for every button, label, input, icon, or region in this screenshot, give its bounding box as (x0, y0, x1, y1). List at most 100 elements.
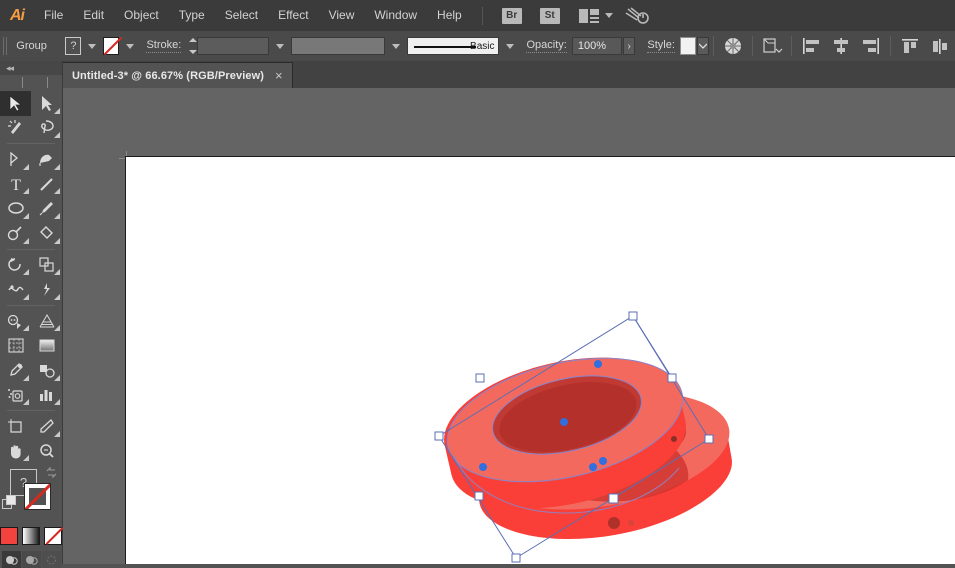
brush-definition-field[interactable]: Basic (406, 37, 500, 55)
menu-item-view[interactable]: View (319, 0, 365, 31)
dot-small (628, 520, 634, 526)
document-tab[interactable]: Untitled-3* @ 66.67% (RGB/Preview) × (62, 62, 293, 88)
eyedropper-tool[interactable] (0, 358, 31, 383)
arrange-documents-icon[interactable] (578, 8, 599, 23)
style-chevron-icon[interactable] (696, 37, 710, 55)
stroke-weight-chevron-icon[interactable] (276, 43, 284, 49)
align-left-icon[interactable] (800, 36, 822, 56)
tools-panel-grip[interactable] (0, 77, 62, 88)
shaper-tool[interactable] (0, 221, 31, 246)
stroke-color-indicator[interactable] (24, 483, 51, 511)
fill-dropdown-chevron-icon[interactable] (88, 43, 97, 49)
eraser-tool[interactable] (31, 221, 62, 246)
default-fill-stroke-icon[interactable] (2, 495, 16, 510)
tools-panel: ◂◂ T (0, 61, 63, 568)
artboard-tool[interactable] (0, 414, 31, 439)
style-swatch[interactable] (679, 37, 696, 55)
document-tab-title: Untitled-3* @ 66.67% (RGB/Preview) (72, 69, 265, 82)
dot-large (608, 517, 620, 529)
canvas-area[interactable] (62, 88, 955, 564)
distribute-vertical-center-icon[interactable] (929, 36, 951, 56)
slice-tool[interactable] (31, 414, 62, 439)
column-graph-tool[interactable] (31, 383, 62, 408)
opacity-label: Opacity: (526, 39, 567, 53)
stroke-dropdown-chevron-icon[interactable] (126, 43, 135, 49)
anchor-point (599, 457, 607, 465)
stroke-weight-field[interactable] (197, 37, 269, 55)
comet-icon[interactable] (625, 6, 651, 25)
stroke-weight-label: Stroke: (146, 39, 182, 53)
brush-stroke-preview-icon (413, 46, 476, 48)
brush-chevron-icon[interactable] (506, 43, 515, 49)
close-icon[interactable]: × (275, 69, 283, 82)
ellipse-tool[interactable] (0, 196, 31, 221)
drawing-mode-inside[interactable] (41, 551, 61, 568)
free-transform-tool[interactable] (31, 277, 62, 302)
app-logo-icon: Ai (10, 6, 25, 24)
artwork-illustration[interactable] (62, 88, 955, 564)
color-mode-swatches (0, 527, 62, 546)
menu-item-file[interactable]: File (34, 0, 73, 31)
control-bar: Group ? Stroke: Basic Opacity: 100% › St… (0, 31, 955, 62)
shape-builder-tool[interactable] (0, 309, 31, 334)
double-chevron-left-icon[interactable]: ◂◂ (0, 61, 62, 75)
menu-item-effect[interactable]: Effect (268, 0, 318, 31)
illustrator-window: Ai File Edit Object Type Select Effect V… (0, 0, 955, 568)
handle-top-left (475, 373, 485, 383)
hand-tool[interactable] (0, 439, 31, 464)
mesh-tool[interactable] (0, 333, 31, 358)
magic-wand-tool[interactable] (0, 116, 31, 141)
menu-item-object[interactable]: Object (114, 0, 169, 31)
transform-panel-icon[interactable] (761, 36, 783, 56)
width-tool[interactable] (0, 277, 31, 302)
symbol-sprayer-tool[interactable] (0, 383, 31, 408)
menu-item-help[interactable]: Help (427, 0, 472, 31)
scale-tool[interactable] (31, 253, 62, 278)
direct-selection-tool[interactable] (31, 91, 62, 116)
menu-item-type[interactable]: Type (169, 0, 215, 31)
selection-tool[interactable] (0, 91, 31, 116)
menu-item-window[interactable]: Window (364, 0, 427, 31)
type-tool[interactable]: T (0, 172, 31, 197)
stroke-swatch-none[interactable] (103, 37, 120, 55)
svg-text:T: T (11, 177, 21, 193)
anchor-point (589, 463, 597, 471)
handle-bottom-left (474, 491, 484, 501)
stock-icon[interactable]: St (539, 7, 560, 24)
drawing-mode-normal[interactable] (1, 551, 21, 568)
stroke-profile-chevron-icon[interactable] (391, 43, 400, 49)
recolor-artwork-icon[interactable] (722, 36, 744, 56)
fill-swatch-mixed[interactable]: ? (65, 37, 82, 55)
opacity-options-button[interactable]: › (622, 37, 636, 55)
align-right-icon[interactable] (860, 36, 882, 56)
menu-item-edit[interactable]: Edit (73, 0, 114, 31)
line-segment-tool[interactable] (31, 172, 62, 197)
anchor-point (479, 463, 487, 471)
zoom-tool[interactable] (31, 439, 62, 464)
gradient-tool[interactable] (31, 333, 62, 358)
gradient-swatch[interactable] (22, 527, 40, 546)
rotate-tool[interactable] (0, 253, 31, 278)
none-swatch[interactable] (44, 527, 62, 546)
blend-tool[interactable] (31, 358, 62, 383)
perspective-grid-tool[interactable] (31, 309, 62, 334)
swap-fill-stroke-icon[interactable] (46, 466, 57, 479)
control-divider-2 (752, 36, 754, 56)
menu-item-select[interactable]: Select (215, 0, 268, 31)
stroke-profile-field[interactable] (291, 37, 385, 55)
lasso-tool[interactable] (31, 116, 62, 141)
curvature-tool[interactable] (31, 147, 62, 172)
control-divider-1 (713, 36, 715, 56)
opacity-field[interactable]: 100% (571, 37, 622, 55)
bridge-icon[interactable]: Br (501, 7, 522, 24)
align-horizontal-center-icon[interactable] (830, 36, 852, 56)
stroke-weight-stepper[interactable] (189, 38, 198, 54)
style-label: Style: (647, 39, 675, 53)
chevron-down-icon[interactable] (604, 13, 613, 18)
distribute-top-icon[interactable] (899, 36, 921, 56)
drawing-mode-behind[interactable] (21, 551, 41, 568)
anchor-point (560, 418, 568, 426)
pen-tool[interactable] (0, 147, 31, 172)
paintbrush-tool[interactable] (31, 196, 62, 221)
color-swatch[interactable] (0, 527, 18, 546)
